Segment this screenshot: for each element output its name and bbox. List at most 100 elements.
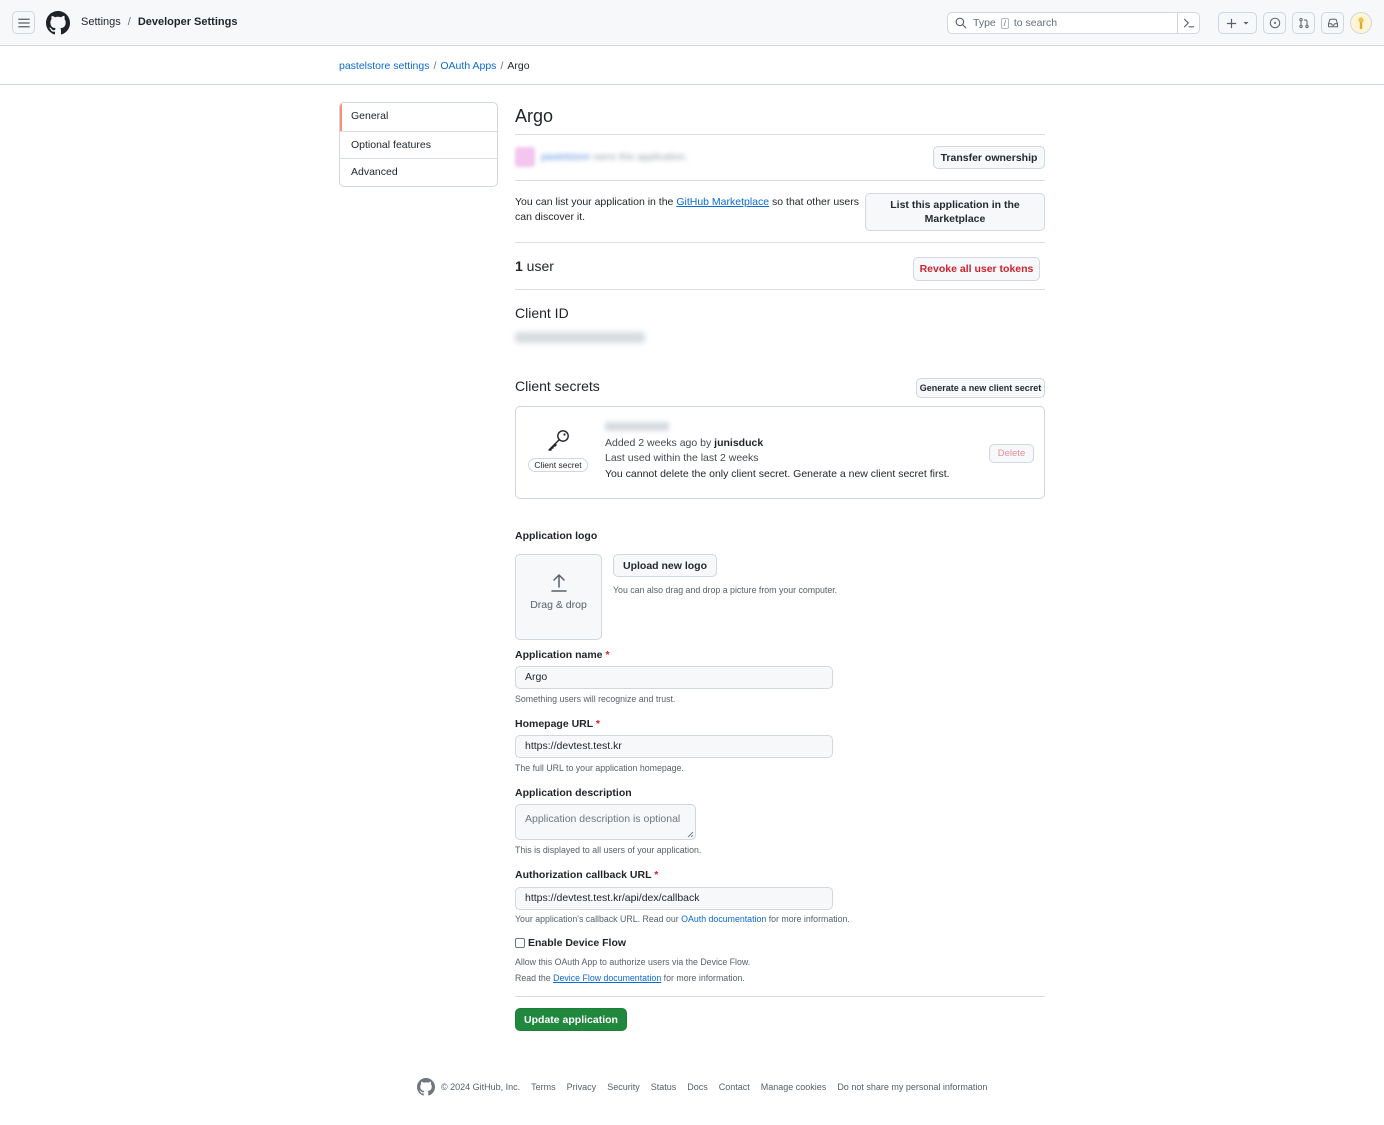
command-palette-button[interactable] — [1177, 13, 1199, 33]
footer-link-security[interactable]: Security — [607, 1082, 640, 1092]
hamburger-icon — [17, 18, 30, 27]
transfer-ownership-button[interactable]: Transfer ownership — [933, 146, 1045, 169]
client-secret-pill: Client secret — [528, 458, 588, 472]
homepage-url-label: Homepage URL * — [515, 718, 601, 730]
footer-link-manage-cookies[interactable]: Manage cookies — [761, 1082, 827, 1092]
delete-secret-button[interactable]: Delete — [989, 444, 1034, 463]
description-placeholder: Application description is optional — [525, 813, 681, 825]
inbox-button[interactable] — [1321, 12, 1344, 34]
caret-down-icon — [1243, 22, 1248, 25]
client-id-heading: Client ID — [515, 305, 569, 321]
footer: © 2024 GitHub, Inc. Terms Privacy Securi… — [417, 1078, 987, 1096]
upload-hint: You can also drag and drop a picture fro… — [613, 585, 838, 595]
secret-added-text: Added 2 weeks ago by junisduck — [605, 437, 764, 449]
device-flow-row: Enable Device Flow — [515, 937, 626, 949]
header-crumb-developer-settings[interactable]: Developer Settings — [138, 16, 238, 28]
divider — [515, 996, 1045, 997]
github-mark-icon[interactable] — [417, 1078, 435, 1096]
drag-drop-text: Drag & drop — [530, 599, 587, 611]
marketplace-text: You can list your application in the Git… — [515, 196, 859, 223]
owner-text-redacted: pastelstore owns this application. — [541, 151, 688, 163]
global-header: Settings / Developer Settings Type / to … — [0, 0, 1384, 46]
application-description-hint: This is displayed to all users of your a… — [515, 845, 702, 855]
footer-copyright: © 2024 GitHub, Inc. — [441, 1082, 521, 1092]
search-placeholder: Type / to search — [973, 17, 1058, 29]
breadcrumb-current-app: Argo — [507, 60, 530, 72]
issues-button[interactable] — [1263, 12, 1286, 34]
upload-logo-button[interactable]: Upload new logo — [613, 554, 717, 577]
menu-button[interactable] — [12, 11, 35, 34]
client-secret-info: Added 2 weeks ago by junisduck Last used… — [605, 422, 950, 482]
application-logo-label: Application logo — [515, 530, 598, 542]
header-breadcrumb: Settings / Developer Settings — [81, 16, 237, 28]
footer-link-status[interactable]: Status — [651, 1082, 677, 1092]
update-application-button[interactable]: Update application — [515, 1008, 627, 1031]
key-icon — [548, 430, 569, 451]
footer-link-contact[interactable]: Contact — [719, 1082, 750, 1092]
sidebar-item-advanced[interactable]: Advanced — [340, 158, 497, 186]
secret-value-redacted — [605, 422, 669, 431]
list-in-marketplace-button[interactable]: List this application in the Marketplace — [865, 193, 1045, 231]
divider — [515, 242, 1045, 243]
divider — [515, 134, 1045, 135]
revoke-tokens-button[interactable]: Revoke all user tokens — [913, 257, 1040, 281]
client-secrets-heading: Client secrets — [515, 378, 600, 394]
application-description-input[interactable]: Application description is optional — [515, 804, 696, 840]
header-crumb-settings[interactable]: Settings — [81, 16, 121, 28]
owner-avatar — [515, 147, 535, 167]
list-button-line1: List this application in the — [890, 199, 1020, 211]
search-icon — [955, 17, 967, 29]
oauth-documentation-link[interactable]: OAuth documentation — [681, 914, 766, 924]
homepage-url-input[interactable]: https://devtest.test.kr — [515, 735, 833, 758]
client-id-value-redacted — [515, 332, 645, 343]
divider — [515, 180, 1045, 181]
list-button-line2: Marketplace — [924, 213, 986, 225]
user-avatar[interactable] — [1350, 12, 1372, 34]
device-flow-label[interactable]: Enable Device Flow — [528, 937, 626, 949]
github-logo-icon[interactable] — [46, 11, 70, 35]
crumb-separator: / — [500, 60, 504, 72]
application-name-input[interactable]: Argo — [515, 666, 833, 689]
create-new-button[interactable] — [1218, 12, 1257, 34]
footer-link-do-not-share[interactable]: Do not share my personal information — [837, 1082, 987, 1092]
device-flow-doc-hint: Read the Device Flow documentation for m… — [515, 973, 745, 983]
crumb-separator: / — [433, 60, 437, 72]
device-flow-hint: Allow this OAuth App to authorize users … — [515, 957, 751, 967]
search-input[interactable]: Type / to search — [947, 12, 1200, 34]
breadcrumb: pastelstore settings / OAuth Apps / Argo — [339, 60, 530, 72]
application-name-label: Application name * — [515, 649, 610, 661]
resize-handle-icon[interactable] — [687, 831, 694, 838]
page-title: Argo — [515, 106, 554, 126]
homepage-url-hint: The full URL to your application homepag… — [515, 763, 684, 773]
footer-link-privacy[interactable]: Privacy — [567, 1082, 597, 1092]
secret-added-by[interactable]: junisduck — [714, 437, 763, 449]
application-description-label: Application description — [515, 787, 632, 799]
callback-url-input[interactable]: https://devtest.test.kr/api/dex/callback — [515, 887, 833, 910]
generate-client-secret-button[interactable]: Generate a new client secret — [916, 378, 1045, 398]
git-pull-request-icon — [1298, 17, 1309, 29]
pull-requests-button[interactable] — [1292, 12, 1315, 34]
inbox-icon — [1327, 18, 1338, 28]
logo-dropzone[interactable]: Drag & drop — [515, 554, 602, 640]
breadcrumb-oauth-apps[interactable]: OAuth Apps — [440, 60, 496, 72]
divider — [515, 289, 1045, 290]
upload-icon — [550, 574, 567, 592]
device-flow-checkbox[interactable] — [515, 938, 525, 948]
device-flow-documentation-link[interactable]: Device Flow documentation — [553, 973, 661, 983]
settings-sidebar: General Optional features Advanced — [339, 102, 498, 187]
user-count: 1 user — [515, 258, 554, 274]
client-secret-badge: Client secret — [528, 429, 588, 472]
footer-link-terms[interactable]: Terms — [531, 1082, 556, 1092]
secret-warning: You cannot delete the only client secret… — [605, 467, 950, 480]
issue-opened-icon — [1269, 17, 1280, 29]
application-name-hint: Something users will recognize and trust… — [515, 694, 676, 704]
github-marketplace-link[interactable]: GitHub Marketplace — [676, 196, 769, 208]
sidebar-item-general[interactable]: General — [340, 103, 497, 131]
breadcrumb-org-settings[interactable]: pastelstore settings — [339, 60, 429, 72]
footer-link-docs[interactable]: Docs — [687, 1082, 708, 1092]
avatar-icon — [1358, 17, 1364, 29]
callback-url-label: Authorization callback URL * — [515, 869, 659, 881]
sidebar-item-optional-features[interactable]: Optional features — [340, 130, 497, 159]
crumb-separator: / — [127, 16, 131, 28]
callback-url-hint: Your application's callback URL. Read ou… — [515, 914, 850, 924]
